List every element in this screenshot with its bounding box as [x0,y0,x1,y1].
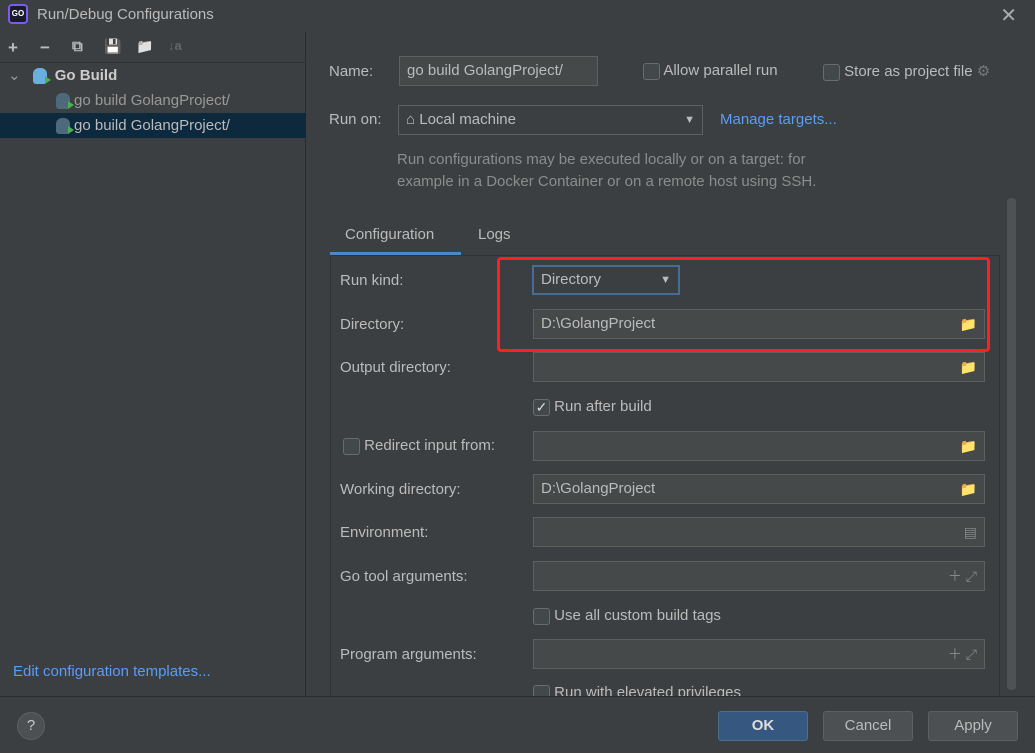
elevated-privileges-checkbox[interactable]: Run with elevated privileges [533,684,741,696]
store-project-label: Store as project file [844,63,973,80]
go-tool-arguments-label: Go tool arguments: [340,568,468,585]
tab-logs[interactable]: Logs [478,226,511,243]
cancel-button[interactable]: Cancel [823,711,913,741]
run-on-label: Run on: [329,111,382,128]
ok-button[interactable]: OK [718,711,808,741]
check-icon: ✓ [533,398,550,416]
program-arguments-label: Program arguments: [340,646,477,663]
run-on-value: Local machine [419,111,516,128]
working-directory-label: Working directory: [340,481,461,498]
copy-icon[interactable]: ⧉ [72,38,83,55]
run-after-build-label: Run after build [554,398,652,415]
app-logo: GO [8,4,28,24]
working-directory-input[interactable]: D:\GolangProject 📁 [533,474,985,504]
tree-item-selected[interactable]: go build GolangProject/ [0,113,306,138]
manage-targets-link[interactable]: Manage targets... [720,111,837,128]
group-label: Go Build [54,67,118,84]
save-icon[interactable]: 💾 [104,38,121,55]
name-input[interactable]: go build GolangProject/ [399,56,598,86]
remove-icon[interactable]: − [40,38,50,58]
store-project-checkbox[interactable]: Store as project file ⚙ [823,62,990,81]
window-title: Run/Debug Configurations [37,6,214,23]
folder-icon[interactable]: 📁 [960,475,977,503]
dropdown-arrow-icon: ▼ [684,114,695,126]
apply-button[interactable]: Apply [928,711,1018,741]
run-after-build-checkbox[interactable]: ✓ Run after build [533,398,652,416]
go-build-icon [56,118,74,135]
output-directory-label: Output directory: [340,359,451,376]
help-button[interactable]: ? [17,712,45,740]
environment-input[interactable]: ▤ [533,517,985,547]
redirect-input-field[interactable]: 📁 [533,431,985,461]
edit-templates-link[interactable]: Edit configuration templates... [13,663,211,680]
output-directory-input[interactable]: 📁 [533,352,985,382]
directory-label: Directory: [340,316,405,333]
folder-icon[interactable]: 📁 [960,353,977,381]
tab-configuration[interactable]: Configuration [345,226,434,243]
go-tool-arguments-input[interactable]: ＋ ⤢ [533,561,985,591]
hint-line-1: Run configurations may be executed local… [397,151,806,168]
working-directory-value: D:\GolangProject [541,480,656,497]
home-icon: ⌂ [406,111,416,128]
item-label: go build GolangProject/ [74,92,230,109]
run-kind-label: Run kind: [340,272,404,289]
redirect-input-checkbox[interactable]: Redirect input from: [343,437,495,455]
document-icon[interactable]: ▤ [964,518,977,546]
run-on-dropdown[interactable]: ⌂ Local machine ▼ [398,105,703,135]
new-folder-icon[interactable]: 📁 [136,38,153,55]
program-arguments-input[interactable]: ＋ ⤢ [533,639,985,669]
add-icon[interactable]: + [8,38,18,58]
scrollbar[interactable] [1007,198,1016,690]
close-icon[interactable]: ✕ [1000,3,1017,28]
environment-label: Environment: [340,524,429,541]
allow-parallel-checkbox[interactable]: Allow parallel run [643,62,778,80]
highlight-box [497,257,990,352]
gear-icon[interactable]: ⚙ [977,63,990,80]
tree-item[interactable]: go build GolangProject/ [0,88,306,113]
sort-icon[interactable]: ↓a [168,38,182,53]
hint-line-2: example in a Docker Container or on a re… [397,173,817,190]
allow-parallel-label: Allow parallel run [663,62,778,79]
elevated-privileges-label: Run with elevated privileges [554,684,741,696]
redirect-input-label: Redirect input from: [364,437,496,454]
name-label: Name: [329,63,374,80]
go-build-icon [56,93,74,110]
chevron-down-icon[interactable]: ⌄ [8,67,21,84]
go-build-icon [32,68,51,85]
tree-group-go-build[interactable]: ⌄ Go Build [0,63,306,88]
item-label: go build GolangProject/ [74,117,230,134]
custom-build-tags-checkbox[interactable]: Use all custom build tags [533,607,721,625]
add-expand-icon[interactable]: ＋ ⤢ [948,562,977,590]
folder-icon[interactable]: 📁 [960,432,977,460]
custom-build-tags-label: Use all custom build tags [554,607,721,624]
add-expand-icon[interactable]: ＋ ⤢ [948,640,977,668]
